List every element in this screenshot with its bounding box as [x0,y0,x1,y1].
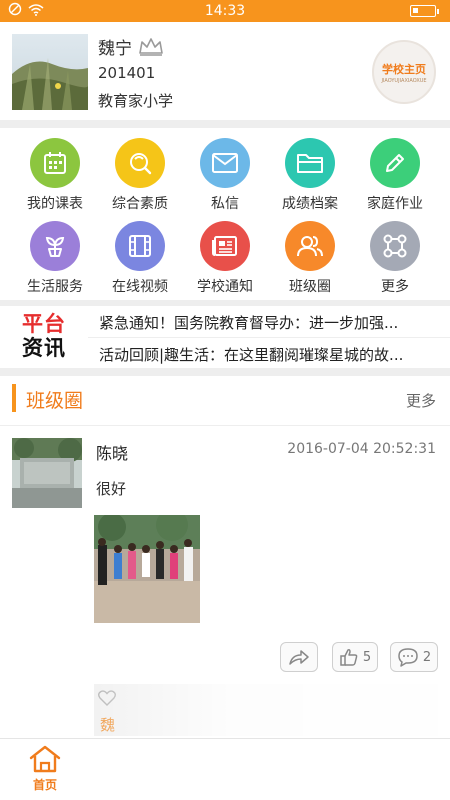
avatar[interactable] [12,34,88,110]
news-logo-top: 平台 [22,312,66,336]
news-logo-bottom: 资讯 [22,336,66,360]
battery-icon [410,5,439,17]
grid-label: 我的课表 [27,196,83,212]
grid-label: 私信 [211,196,239,212]
divider [88,337,450,338]
school-homepage-button[interactable]: 学校主页 JIAOYUJIAXIAOXUE [372,40,436,104]
section-title: 班级圈 [26,390,84,412]
like-button[interactable]: 5 [332,642,378,672]
post-photo[interactable] [94,515,200,623]
grid-label: 更多 [381,279,409,295]
users-icon [285,221,335,271]
grid-label: 综合素质 [112,196,168,212]
news-item[interactable]: 紧急通知！国务院教育督导办：进一步加强... [99,312,445,333]
grid-label: 学校通知 [197,279,253,295]
post-author-name: 陈晓 [96,444,129,463]
divider [0,120,450,128]
status-bar: 14:33 [0,0,450,22]
comment-button[interactable]: 2 [390,642,438,672]
more-link[interactable]: 更多 [406,390,436,411]
like-count: 5 [362,649,372,665]
film-icon [115,221,165,271]
grid-label: 生活服务 [27,279,83,295]
profile-name: 魏宁 [98,39,132,59]
grid-item-homework[interactable]: 家庭作业 [350,138,440,218]
bottom-nav: 首页 [0,738,450,800]
grid-label: 在线视频 [112,279,168,295]
fade-overlay [94,684,438,736]
nav-home-label: 首页 [32,778,57,792]
thumbs-up-icon [340,649,358,666]
grid-label: 班级圈 [289,279,331,295]
grid-item-quality[interactable]: 综合素质 [95,138,185,218]
comment-count: 2 [422,649,432,665]
class-circle-header: 班级圈 更多 [0,376,450,426]
post-likes-area: 魏 [94,684,438,736]
news-logo: 平台 资讯 [22,312,74,362]
grid-label: 家庭作业 [367,196,423,212]
status-time: 14:33 [204,3,246,19]
feature-grid: 我的课表 综合素质 私信 成绩档案 家庭作业 生活服务 在线视频 学校通知 班级… [0,128,450,300]
news-item[interactable]: 活动回顾|趣生活：在这里翻阅璀璨星城的故... [99,344,445,365]
profile-name-row: 魏宁 [98,34,164,59]
share-button[interactable] [280,642,318,672]
section-accent-bar [12,384,16,412]
platform-news: 平台 资讯 紧急通知！国务院教育督导办：进一步加强... 活动回顾|趣生活：在这… [0,306,450,368]
comment-icon [398,648,418,667]
profile-header: 魏宁 201401 教育家小学 学校主页 JIAOYUJIAXIAOXUE [0,22,450,120]
crown-icon [139,37,163,56]
mail-icon [200,138,250,188]
grid-label: 成绩档案 [282,196,338,212]
calendar-icon [30,138,80,188]
grid-item-messages[interactable]: 私信 [180,138,270,218]
plant-icon [30,221,80,271]
grid-item-grades[interactable]: 成绩档案 [265,138,355,218]
notice-icon [200,221,250,271]
profile-id: 201401 [98,64,156,82]
share-icon [289,650,309,665]
nav-home[interactable]: 首页 [20,745,70,797]
grid-item-class-circle[interactable]: 班级圈 [265,221,355,301]
post-text: 很好 [96,480,127,498]
grid-item-online-video[interactable]: 在线视频 [95,221,185,301]
folder-icon [285,138,335,188]
more-icon [370,221,420,271]
grid-item-more[interactable]: 更多 [350,221,440,301]
grid-item-life-services[interactable]: 生活服务 [10,221,100,301]
quality-icon [115,138,165,188]
school-homepage-label: 学校主页 [382,62,426,76]
home-icon [29,745,61,773]
grid-item-school-notice[interactable]: 学校通知 [180,221,270,301]
pencil-icon [370,138,420,188]
grid-item-schedule[interactable]: 我的课表 [10,138,100,218]
post-author-avatar[interactable] [12,438,82,508]
profile-school: 教育家小学 [98,92,174,110]
divider [0,368,450,376]
post-timestamp: 2016-07-04 20:52:31 [287,441,436,457]
school-homepage-sublabel: JIAOYUJIAXIAOXUE [381,77,427,84]
